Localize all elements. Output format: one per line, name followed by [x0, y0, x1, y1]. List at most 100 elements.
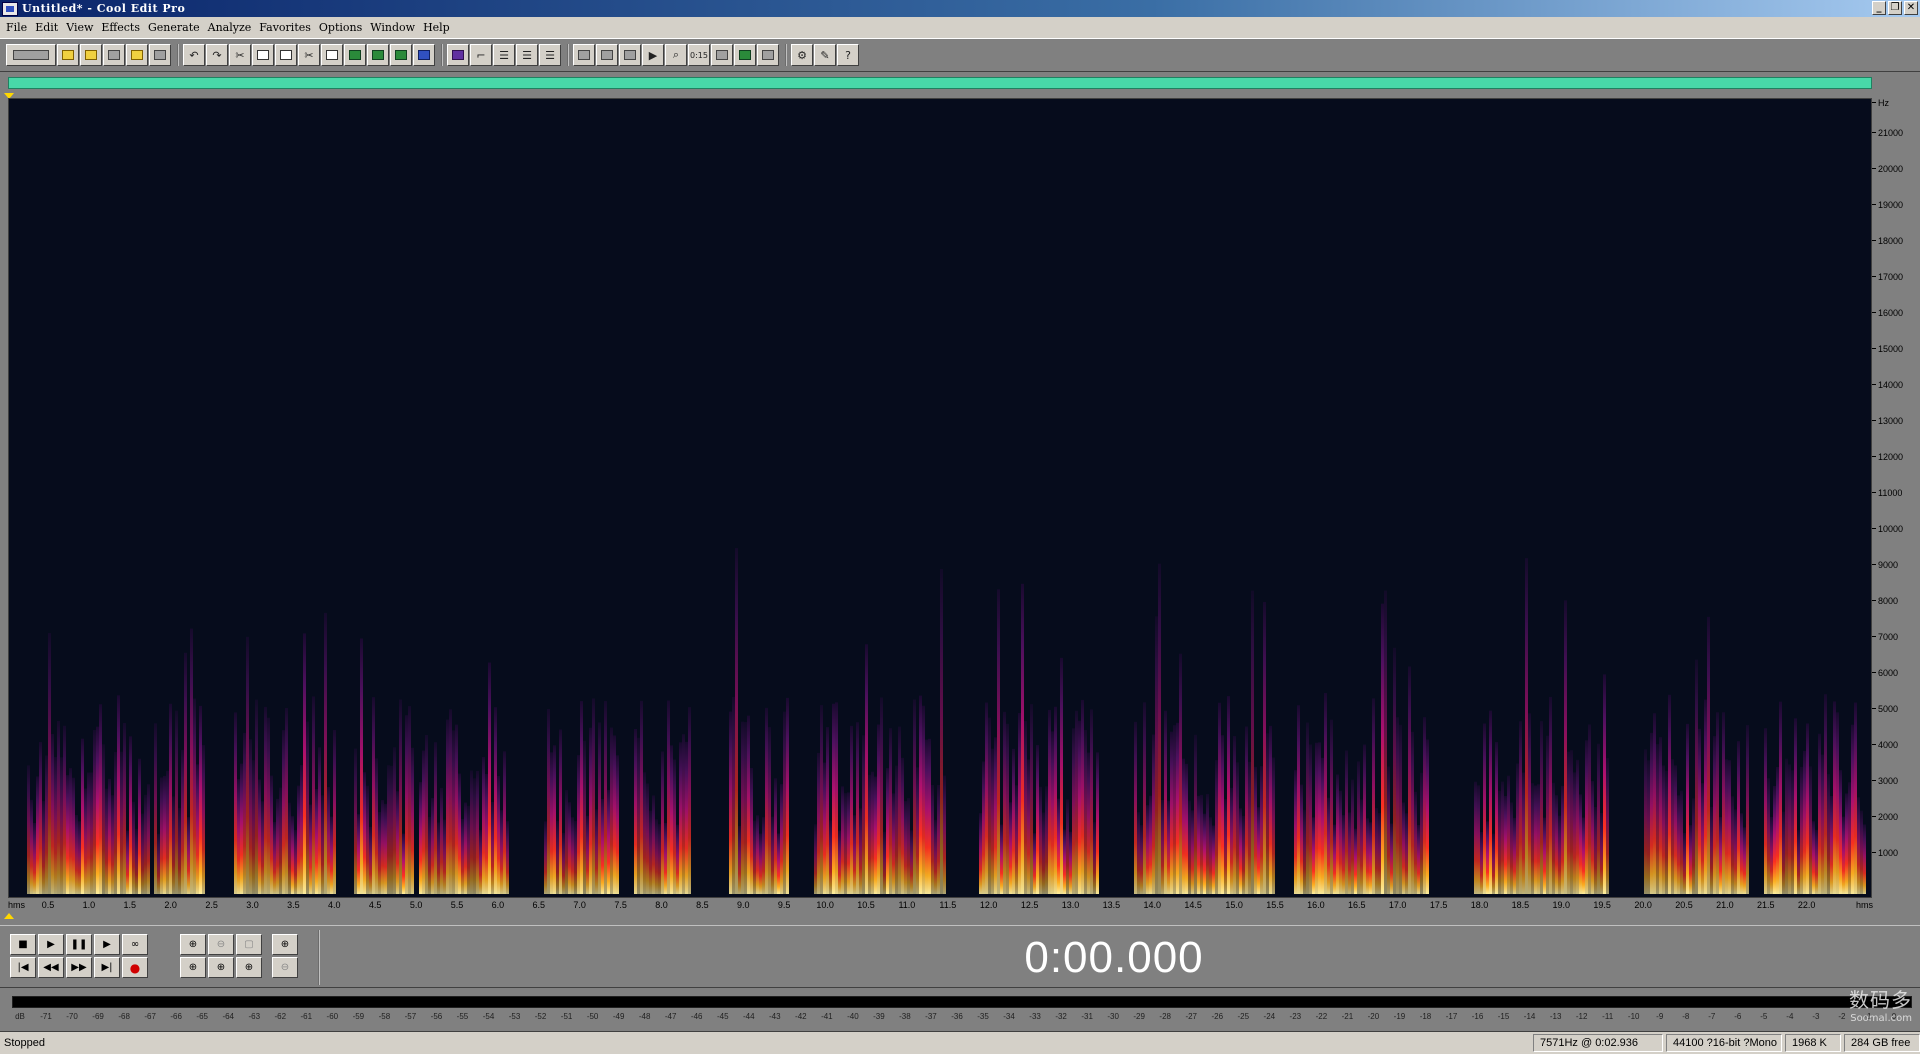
play-list-button[interactable]: ▶	[642, 44, 664, 66]
frequency-ruler[interactable]: Hz 21000 20000 19000 18000 17000 16000 15000 14…	[1871, 98, 1920, 898]
time-format-button[interactable]: 0:15	[688, 44, 710, 66]
save-disk-icon	[108, 50, 120, 60]
spectral-energy-column	[1072, 728, 1075, 894]
cut-button[interactable]	[275, 44, 297, 66]
trim-button[interactable]	[390, 44, 412, 66]
record-button[interactable]: ●	[122, 957, 148, 978]
zoom-info-button[interactable]: ⌕	[665, 44, 687, 66]
mix-paste-button[interactable]	[367, 44, 389, 66]
redo-button[interactable]: ↷	[206, 44, 228, 66]
favorites-edit-button[interactable]: ✎	[814, 44, 836, 66]
meter-button[interactable]	[734, 44, 756, 66]
spectral-energy-column	[1519, 721, 1522, 894]
level-tick-label: -20	[1367, 1012, 1380, 1021]
open-append-button[interactable]	[126, 44, 148, 66]
spectral-energy-column	[1012, 748, 1015, 894]
spectral-energy-column	[1677, 795, 1680, 894]
menu-generate[interactable]: Generate	[146, 21, 206, 34]
menu-favorites[interactable]: Favorites	[257, 21, 317, 34]
time-tick-label: 4.5	[368, 900, 382, 910]
zoom-in-horizontal-button[interactable]: ⊕	[180, 934, 206, 955]
spectral-energy-column	[925, 739, 928, 894]
zoom-in-vertical-button[interactable]: ⊕	[272, 934, 298, 955]
spectral-energy-column	[1525, 558, 1528, 894]
overview-bar[interactable]	[0, 72, 1920, 96]
spectral-energy-column	[1063, 829, 1066, 894]
pause-button[interactable]: ❚❚	[66, 934, 92, 955]
save-file-button[interactable]	[103, 44, 125, 66]
paste-button[interactable]	[321, 44, 343, 66]
save-selection-icon	[154, 50, 166, 60]
multitrack-toggle-button[interactable]	[6, 44, 56, 66]
play-button[interactable]: ▶	[38, 934, 64, 955]
time-ruler[interactable]: hms hms 0.5 1.0 1.5 2.0 2.5 3.0 3.5 4.0 4.5 5.0 5.…	[8, 898, 1873, 914]
spectral-energy-column	[1420, 772, 1423, 894]
minimize-button[interactable]: _	[1872, 1, 1886, 15]
noise-reduction-button[interactable]: ☰	[539, 44, 561, 66]
level-tick-label: -40	[847, 1012, 859, 1021]
menu-window[interactable]: Window	[368, 21, 421, 34]
menu-help[interactable]: Help	[421, 21, 456, 34]
reverse-button[interactable]: ☰	[493, 44, 515, 66]
spectral-energy-column	[276, 798, 279, 894]
zoom-to-left-button[interactable]: ⊕	[180, 957, 206, 978]
menu-view[interactable]: View	[64, 21, 99, 34]
restore-button[interactable]: ❐	[1888, 1, 1902, 15]
toolbar-group-edit: ↶ ↷ ✂ ✂	[177, 44, 435, 66]
help-button[interactable]: ?	[837, 44, 859, 66]
status-state: Stopped	[4, 1037, 45, 1049]
copy-clip-button[interactable]	[252, 44, 274, 66]
start-marker-bottom[interactable]	[4, 913, 14, 919]
level-meter-bar[interactable]	[12, 996, 1912, 1008]
spectral-energy-column	[1698, 728, 1701, 894]
repeat-last-button[interactable]: ✂	[229, 44, 251, 66]
zoom-out-horizontal-button[interactable]: ⊖	[208, 934, 234, 955]
stop-button[interactable]: ■	[10, 934, 36, 955]
copy-button[interactable]: ✂	[298, 44, 320, 66]
stretch-button[interactable]: ☰	[516, 44, 538, 66]
spectral-view-button[interactable]	[596, 44, 618, 66]
snap-button[interactable]	[711, 44, 733, 66]
waveform-view-button[interactable]	[573, 44, 595, 66]
amplify-button[interactable]	[447, 44, 469, 66]
rewind-button[interactable]: ◀◀	[38, 957, 64, 978]
spectral-view[interactable]	[8, 98, 1872, 898]
loop-button[interactable]: ∞	[122, 934, 148, 955]
undo-button[interactable]: ↶	[183, 44, 205, 66]
zoom-out-vertical-button[interactable]: ⊖	[272, 957, 298, 978]
zoom-selection-button[interactable]: ⊕	[236, 957, 262, 978]
spectrogram-canvas	[27, 548, 1866, 894]
save-selection-button[interactable]	[149, 44, 171, 66]
menu-edit[interactable]: Edit	[33, 21, 64, 34]
menu-analyze[interactable]: Analyze	[206, 21, 258, 34]
spectral-energy-column	[1480, 832, 1483, 894]
time-display[interactable]: 0:00.000	[318, 930, 1908, 985]
spectral-energy-column	[1221, 735, 1224, 894]
spectral-energy-column	[75, 814, 78, 894]
go-to-end-button[interactable]: ▶|	[94, 957, 120, 978]
cue-list-button[interactable]	[619, 44, 641, 66]
crop-button[interactable]	[413, 44, 435, 66]
fast-forward-button[interactable]: ▶▶	[66, 957, 92, 978]
settings-button[interactable]: ⚙	[791, 44, 813, 66]
toggle-view-button[interactable]	[757, 44, 779, 66]
overview-visible-range[interactable]	[8, 77, 1872, 89]
menu-effects[interactable]: Effects	[99, 21, 146, 34]
app-icon[interactable]	[2, 1, 18, 16]
status-sample-format[interactable]: 44100 ?16-bit ?Mono	[1666, 1034, 1782, 1052]
spectral-energy-column	[895, 765, 898, 894]
spectral-energy-column	[847, 792, 850, 894]
new-file-button[interactable]	[57, 44, 79, 66]
paste-new-button[interactable]	[344, 44, 366, 66]
go-to-start-button[interactable]: |◀	[10, 957, 36, 978]
open-file-button[interactable]	[80, 44, 102, 66]
spectral-energy-column	[649, 810, 652, 894]
menu-options[interactable]: Options	[317, 21, 368, 34]
close-button[interactable]: ✕	[1904, 1, 1918, 15]
zoom-full-button[interactable]: ▢	[236, 934, 262, 955]
menu-file[interactable]: File	[4, 21, 33, 34]
play-to-end-button[interactable]: ▶	[94, 934, 120, 955]
spectral-energy-column	[60, 757, 63, 894]
zoom-to-right-button[interactable]: ⊕	[208, 957, 234, 978]
envelope-button[interactable]: ⌐	[470, 44, 492, 66]
